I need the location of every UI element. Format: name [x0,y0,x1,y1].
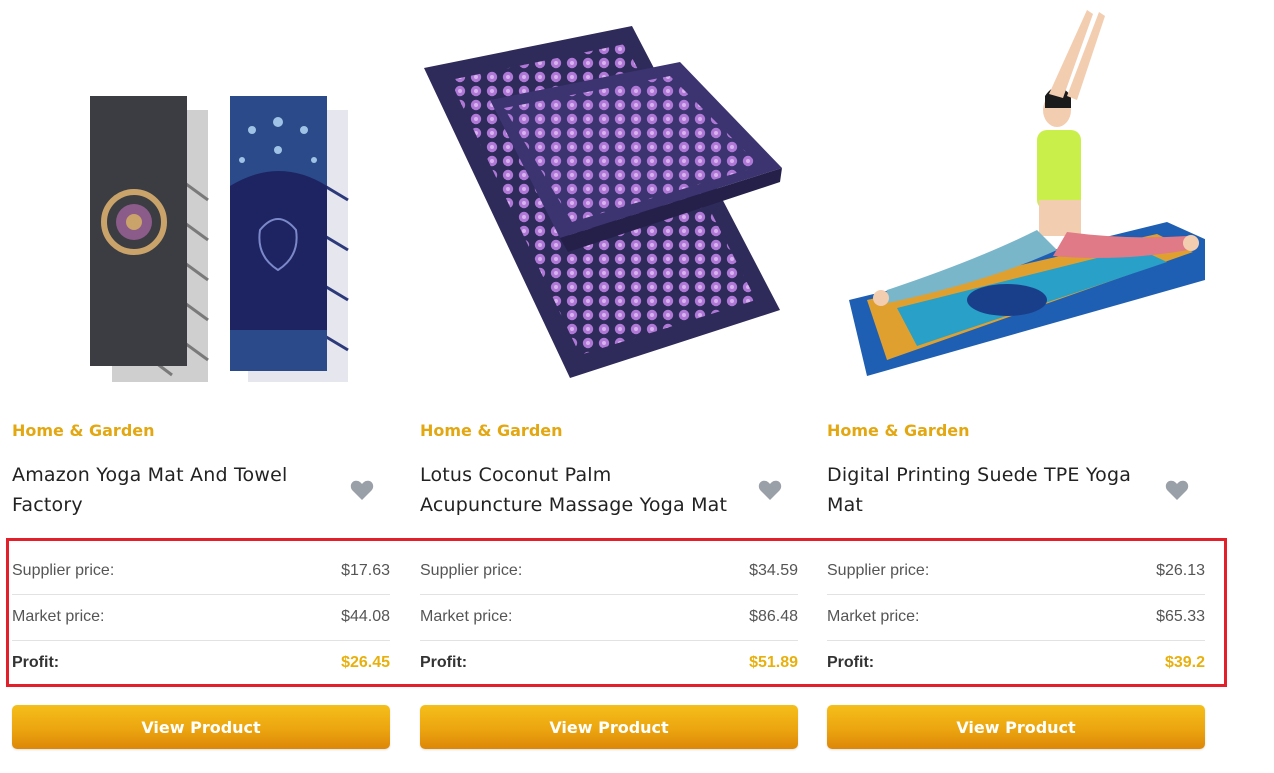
product-category[interactable]: Home & Garden [827,421,970,440]
view-product-button[interactable]: View Product [827,705,1205,749]
heart-icon[interactable] [350,479,374,501]
product-grid: Home & Garden Amazon Yoga Mat And Towel … [12,0,1206,773]
supplier-price-row: Supplier price: $34.59 [420,548,798,595]
product-category[interactable]: Home & Garden [420,421,563,440]
market-price-label: Market price: [827,608,920,625]
profit-label: Profit: [420,654,468,671]
profit-value: $51.89 [749,654,798,671]
profit-row: Profit: $39.2 [827,640,1205,686]
product-image[interactable] [420,0,798,400]
profit-label: Profit: [827,654,875,671]
supplier-price-label: Supplier price: [12,562,115,579]
market-price-value: $65.33 [1156,608,1205,625]
product-card: Home & Garden Lotus Coconut Palm Acupunc… [420,0,798,773]
market-price-label: Market price: [420,608,513,625]
product-card: Home & Garden Amazon Yoga Mat And Towel … [12,0,390,773]
profit-row: Profit: $51.89 [420,640,798,686]
market-price-value: $44.08 [341,608,390,625]
yoga-mat-and-towel-image [90,96,349,382]
profit-value: $26.45 [341,654,390,671]
product-title[interactable]: Digital Printing Suede TPE Yoga Mat [827,460,1147,520]
acupuncture-mat-image [424,26,782,378]
heart-icon[interactable] [758,479,782,501]
product-title[interactable]: Lotus Coconut Palm Acupuncture Massage Y… [420,460,740,520]
market-price-row: Market price: $86.48 [420,594,798,641]
product-title[interactable]: Amazon Yoga Mat And Towel Factory [12,460,332,520]
profit-row: Profit: $26.45 [12,640,390,686]
view-product-button[interactable]: View Product [12,705,390,749]
product-image[interactable] [827,0,1205,400]
view-product-button[interactable]: View Product [420,705,798,749]
supplier-price-label: Supplier price: [420,562,523,579]
market-price-row: Market price: $44.08 [12,594,390,641]
market-price-row: Market price: $65.33 [827,594,1205,641]
heart-icon[interactable] [1165,479,1189,501]
product-image[interactable] [12,0,390,400]
supplier-price-row: Supplier price: $26.13 [827,548,1205,595]
market-price-value: $86.48 [749,608,798,625]
supplier-price-row: Supplier price: $17.63 [12,548,390,595]
supplier-price-value: $26.13 [1156,562,1205,579]
supplier-price-value: $34.59 [749,562,798,579]
supplier-price-value: $17.63 [341,562,390,579]
profit-label: Profit: [12,654,60,671]
product-category[interactable]: Home & Garden [12,421,155,440]
product-card: Home & Garden Digital Printing Suede TPE… [827,0,1205,773]
woman-on-yoga-mat-image [849,10,1205,376]
supplier-price-label: Supplier price: [827,562,930,579]
market-price-label: Market price: [12,608,105,625]
profit-value: $39.2 [1164,654,1205,671]
